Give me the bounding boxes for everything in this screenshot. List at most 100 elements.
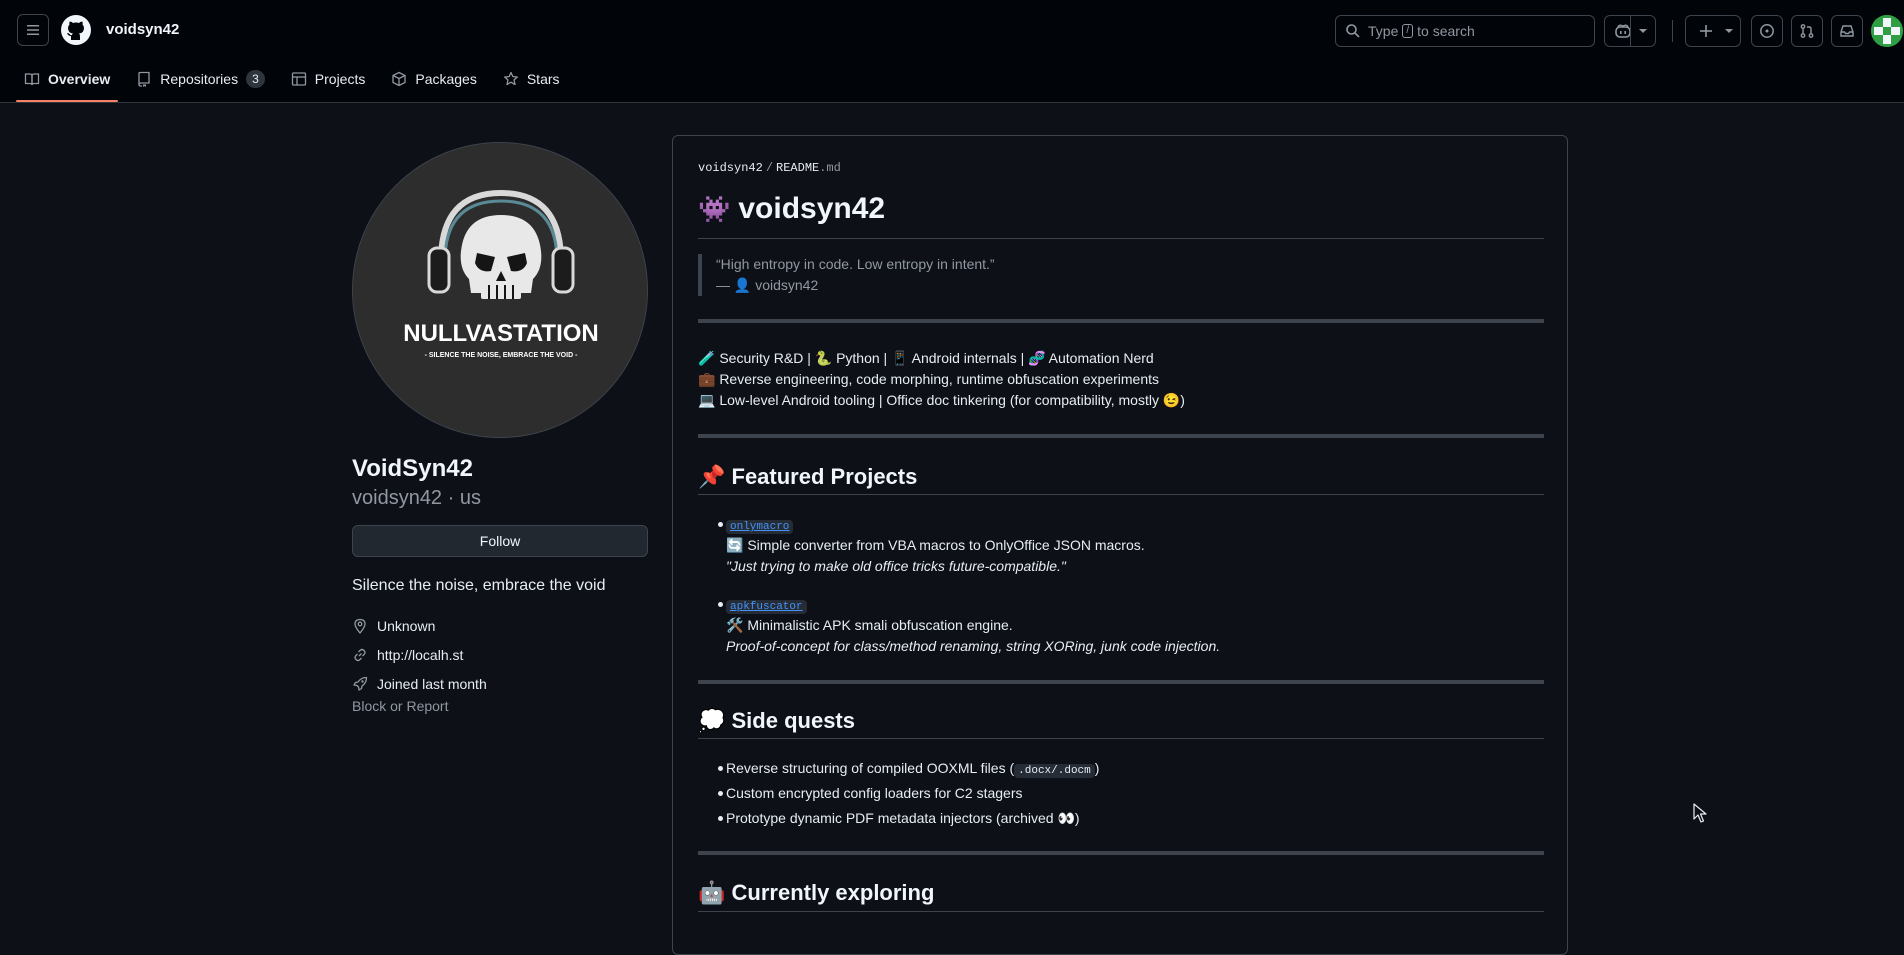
inbox-button[interactable] [1831,15,1863,47]
search-suffix: to search [1417,23,1475,39]
user-avatar-button[interactable] [1871,15,1903,47]
title-underline [698,238,1544,239]
heading-underline [698,911,1544,912]
copilot-divider [1630,16,1631,46]
readme-title: 👾 voidsyn42 [698,192,885,226]
skull-headphones-logo: NULLVASTATION - SILENCE THE NOISE, EMBRA… [353,143,647,437]
readme-file-ext: .md [819,161,841,175]
side-quest-item: Prototype dynamic PDF metadata injectors… [726,810,1080,826]
divider [698,680,1544,684]
quote-text: “High entropy in code. Low entropy in in… [716,256,995,272]
profile-website: http://localh.st [352,647,463,663]
side-quest-item: Custom encrypted config loaders for C2 s… [726,785,1023,801]
copilot-button[interactable] [1604,15,1656,47]
project-link-onlymacro[interactable]: onlymacro [726,520,794,534]
tab-overview-label: Overview [48,71,111,87]
search-prefix: Type [1368,23,1399,39]
pull-requests-button[interactable] [1791,15,1823,47]
readme-blockquote: “High entropy in code. Low entropy in in… [698,254,995,296]
top-header: voidsyn42 Type / to search Overview Repo… [0,0,1904,103]
list-bullet [718,816,723,821]
link-icon [354,648,366,662]
profile-full-name: VoidSyn42 [352,455,473,482]
project-link-apkfuscator[interactable]: apkfuscator [726,600,807,614]
profile-nickname: voidsyn42 · us [352,487,481,509]
profile-bio: Silence the noise, embrace the void [352,577,606,594]
issues-button[interactable] [1751,15,1783,47]
block-or-report-link[interactable]: Block or Report [352,698,448,714]
avatar-brand-text: NULLVASTATION [403,320,599,347]
search-input[interactable]: Type / to search [1335,15,1595,47]
project-description: 🔄 Simple converter from VBA macros to On… [726,537,1145,553]
tab-stars-label: Stars [526,71,560,87]
location-text: Unknown [377,618,436,634]
project-description: 🛠️ Minimalistic APK smali obfuscation en… [726,617,1013,633]
list-bullet [718,766,723,771]
readme-crumb-separator: / [765,161,774,175]
readme-title-text: voidsyn42 [738,192,886,225]
pull-request-icon [1800,24,1814,38]
github-logo-icon[interactable] [60,14,92,46]
follow-button[interactable]: Follow [352,525,648,557]
tab-stars[interactable]: Stars [495,62,568,96]
search-icon [1346,24,1360,38]
location-icon [354,618,366,634]
tab-packages-label: Packages [415,71,477,87]
star-icon [503,71,518,86]
tab-repositories-label: Repositories [160,71,239,87]
profile-tabs: Overview Repositories 3 Projects Package… [16,62,578,102]
profile-username-link[interactable]: voidsyn42 [106,21,179,38]
menu-button[interactable] [17,14,49,46]
avatar-tagline-text: - SILENCE THE NOISE, EMBRACE THE VOID - [425,352,579,359]
rocket-icon [353,676,368,691]
side-quests-heading: 💭 Side quests [698,708,855,733]
joined-text: Joined last month [377,676,487,692]
featured-projects-heading: 📌 Featured Projects [698,464,918,489]
readme-owner-link[interactable]: voidsyn42 [698,161,763,175]
identicon-icon [1871,15,1903,47]
mouse-cursor-icon [1693,803,1707,823]
create-new-button[interactable] [1685,15,1741,47]
heading-underline [698,494,1544,495]
tab-projects-label: Projects [314,71,366,87]
plus-icon [1700,25,1712,37]
alien-monster-icon: 👾 [698,193,731,224]
tab-projects[interactable]: Projects [283,62,374,96]
project-note: Proof-of-concept for class/method renami… [726,638,1221,654]
package-icon [392,71,407,87]
chevron-down-icon [1725,29,1733,33]
intro-line: 🧪 Security R&D | 🐍 Python | 📱 Android in… [698,350,1154,366]
divider [698,319,1544,323]
quote-attribution: — 👤 voidsyn42 [716,277,819,293]
tab-repositories[interactable]: Repositories 3 [128,62,273,96]
repositories-count-badge: 3 [246,70,265,88]
list-bullet [718,602,723,607]
website-link[interactable]: http://localh.st [377,647,463,663]
tab-overview[interactable]: Overview [16,62,119,102]
header-divider [1672,20,1673,42]
profile-location: Unknown [352,618,435,634]
readme-filename: README [776,161,820,175]
divider [698,434,1544,438]
heading-underline [698,738,1544,739]
divider [698,851,1544,855]
intro-line: 💻 Low-level Android tooling | Office doc… [698,392,1185,408]
profile-avatar[interactable]: NULLVASTATION - SILENCE THE NOISE, EMBRA… [352,142,648,438]
book-icon [24,73,40,86]
chevron-down-icon[interactable] [1638,28,1648,34]
hamburger-icon [27,25,39,35]
list-bullet [718,791,723,796]
inline-code: .docx/.docm [1014,764,1095,778]
intro-line: 💼 Reverse engineering, code morphing, ru… [698,371,1160,387]
currently-exploring-heading: 🤖 Currently exploring [698,880,935,905]
project-note: "Just trying to make old office tricks f… [726,558,1066,574]
readme-breadcrumb: voidsyn42/README.md [698,161,841,175]
tab-packages[interactable]: Packages [383,62,484,96]
issue-icon [1760,24,1774,38]
side-quest-text-suffix: ) [1094,760,1100,776]
search-shortcut-key: / [1402,24,1414,38]
profile-joined: Joined last month [352,676,487,692]
list-bullet [718,522,723,527]
side-quest-item: Reverse structuring of compiled OOXML fi… [726,758,1099,782]
table-icon [291,72,306,86]
